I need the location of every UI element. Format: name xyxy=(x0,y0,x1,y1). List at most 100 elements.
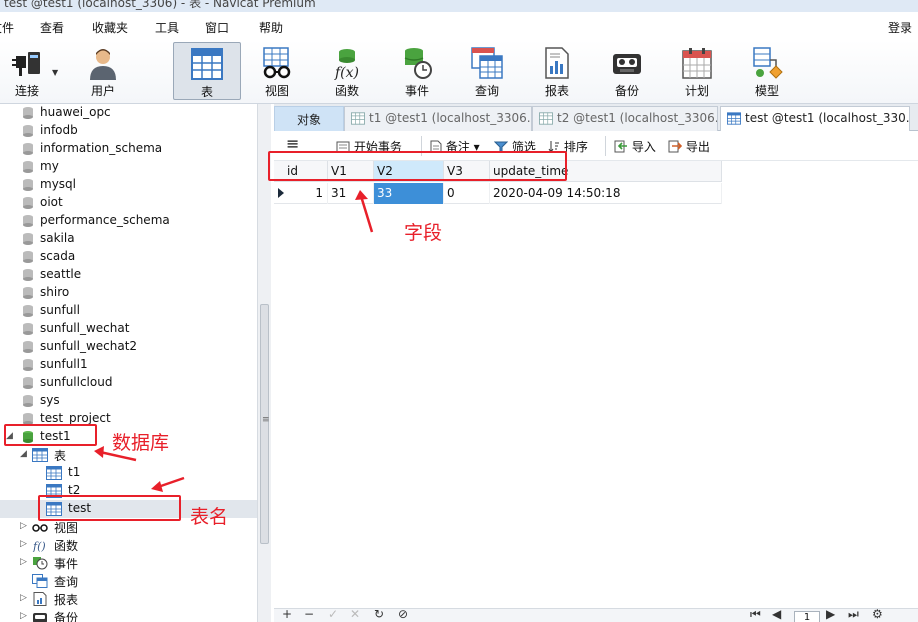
apply-icon[interactable]: ✓ xyxy=(328,609,338,621)
report-label: 报表 xyxy=(544,84,569,98)
tree-db-label: sunfull_wechat xyxy=(40,321,130,335)
table-icon xyxy=(351,112,365,125)
connect-dropdown-icon[interactable]: ▼ xyxy=(52,68,58,77)
tree-db-item[interactable]: sunfull_wechat2 xyxy=(0,338,257,356)
tree-node-label: 备份 xyxy=(54,611,79,622)
delete-record-icon[interactable]: − xyxy=(304,609,314,621)
tree-db-label: information_schema xyxy=(40,141,163,155)
tree-scrollbar[interactable]: ≡ xyxy=(257,104,271,622)
model-button[interactable]: 模型 xyxy=(734,42,800,100)
table-label: 表 xyxy=(200,85,213,99)
tree-events-node[interactable]: ▷ 事件 xyxy=(0,554,257,572)
svg-text:f(x): f(x) xyxy=(334,65,359,80)
grid-cell[interactable]: 2020-04-09 14:50:18 xyxy=(490,183,722,204)
expand-icon[interactable]: ▷ xyxy=(20,611,27,621)
database-icon xyxy=(23,305,33,317)
menu-file[interactable]: 文件 xyxy=(0,19,14,36)
database-icon xyxy=(23,179,33,191)
tab-t1[interactable]: t1 @test1 (localhost_3306... xyxy=(344,106,532,131)
sort-label: 排序 xyxy=(563,140,588,154)
tree-db-label: sunfull xyxy=(40,303,80,317)
query-button[interactable]: 查询 xyxy=(454,42,520,100)
page-number-input[interactable]: 1 xyxy=(794,611,820,622)
menu-bar: 文件 查看 收藏夹 工具 窗口 帮助 登录 xyxy=(0,12,918,40)
tree-table-t1[interactable]: t1 xyxy=(0,464,257,482)
function-label: 函数 xyxy=(334,84,359,98)
last-page-icon[interactable]: ⏭ xyxy=(848,609,859,622)
first-page-icon[interactable]: ⏮ xyxy=(750,609,761,622)
tree-db-item[interactable]: huawei_opc xyxy=(0,104,257,122)
navigation-tree: huawei_opc infodb information_schema my … xyxy=(0,104,257,622)
table-row[interactable]: 1 31 33 0 2020-04-09 14:50:18 xyxy=(274,183,722,204)
table-button[interactable]: 表 xyxy=(173,42,241,100)
expand-icon[interactable]: ▷ xyxy=(20,521,27,531)
tree-db-item[interactable]: sys xyxy=(0,392,257,410)
expand-icon[interactable]: ▷ xyxy=(20,593,27,603)
view-label: 视图 xyxy=(264,84,289,98)
tree-db-item[interactable]: sakila xyxy=(0,230,257,248)
menu-tools[interactable]: 工具 xyxy=(155,19,179,36)
database-highlight-box xyxy=(4,424,97,446)
grid-cell[interactable]: 0 xyxy=(444,183,490,204)
tree-db-item[interactable]: sunfull1 xyxy=(0,356,257,374)
menu-favorites[interactable]: 收藏夹 xyxy=(92,19,128,36)
event-label: 事件 xyxy=(404,84,429,98)
tree-db-item[interactable]: my xyxy=(0,158,257,176)
settings-gear-icon[interactable]: ⚙ xyxy=(872,609,883,621)
main-toolbar: 连接 ▼ 用户 表 视图 f(x) 函数 事件 查询 报表 备份 计划 模型 xyxy=(0,40,918,104)
tree-db-item[interactable]: information_schema xyxy=(0,140,257,158)
tree-backups-node[interactable]: ▷ 备份 xyxy=(0,608,257,622)
schedule-calendar-icon xyxy=(682,48,712,79)
tree-reports-node[interactable]: ▷ 报表 xyxy=(0,590,257,608)
event-button[interactable]: 事件 xyxy=(384,42,450,100)
login-link[interactable]: 登录 xyxy=(888,19,912,36)
user-button[interactable]: 用户 xyxy=(70,42,136,100)
grid-cell[interactable]: 1 xyxy=(284,183,328,204)
prev-page-icon[interactable]: ◀ xyxy=(772,609,781,621)
function-button[interactable]: f(x) 函数 xyxy=(314,42,380,100)
collapse-icon[interactable]: ◢ xyxy=(20,449,27,459)
menu-help[interactable]: 帮助 xyxy=(259,19,283,36)
menu-view[interactable]: 查看 xyxy=(40,19,64,36)
tree-queries-node[interactable]: 查询 xyxy=(0,572,257,590)
refresh-icon[interactable]: ↻ xyxy=(374,609,384,621)
export-icon xyxy=(668,140,683,153)
expand-icon[interactable]: ▷ xyxy=(20,539,27,549)
tree-db-item[interactable]: seattle xyxy=(0,266,257,284)
tab-test[interactable]: test @test1 (localhost_330... xyxy=(720,106,910,131)
tree-node-label: 报表 xyxy=(54,593,79,607)
tree-db-item[interactable]: sunfull_wechat xyxy=(0,320,257,338)
menu-window[interactable]: 窗口 xyxy=(205,19,229,36)
tree-db-item[interactable]: scada xyxy=(0,248,257,266)
tree-db-item[interactable]: infodb xyxy=(0,122,257,140)
next-page-icon[interactable]: ▶ xyxy=(826,609,835,621)
tree-db-label: sys xyxy=(40,393,60,407)
report-button[interactable]: 报表 xyxy=(524,42,590,100)
connect-button[interactable]: 连接 ▼ xyxy=(0,42,60,100)
export-button[interactable]: 导出 xyxy=(668,138,710,155)
fields-annotation: 字段 xyxy=(404,222,443,244)
database-icon xyxy=(23,143,33,155)
grid-cell[interactable]: 31 xyxy=(328,183,374,204)
tree-db-item[interactable]: oiot xyxy=(0,194,257,212)
add-record-icon[interactable]: + xyxy=(282,609,292,621)
schedule-button[interactable]: 计划 xyxy=(664,42,730,100)
scrollbar-thumb[interactable]: ≡ xyxy=(260,304,270,544)
grid-cell-selected[interactable]: 33 xyxy=(374,183,444,204)
backup-button[interactable]: 备份 xyxy=(594,42,660,100)
tree-db-item[interactable]: performance_schema xyxy=(0,212,257,230)
expand-icon[interactable]: ▷ xyxy=(20,557,27,567)
stop-icon[interactable]: ⊘ xyxy=(398,609,408,621)
tree-db-item[interactable]: shiro xyxy=(0,284,257,302)
import-button[interactable]: 导入 xyxy=(614,138,656,155)
tree-db-item[interactable]: sunfullcloud xyxy=(0,374,257,392)
tree-functions-node[interactable]: ▷ f() 函数 xyxy=(0,536,257,554)
view-button[interactable]: 视图 xyxy=(244,42,310,100)
connection-plug-icon xyxy=(12,52,40,76)
tab-objects[interactable]: 对象 xyxy=(274,106,344,131)
tree-db-item[interactable]: mysql xyxy=(0,176,257,194)
discard-icon[interactable]: ✕ xyxy=(350,609,360,621)
tree-db-item[interactable]: sunfull xyxy=(0,302,257,320)
tree-db-label: shiro xyxy=(40,285,70,299)
tab-t2[interactable]: t2 @test1 (localhost_3306... xyxy=(532,106,718,131)
